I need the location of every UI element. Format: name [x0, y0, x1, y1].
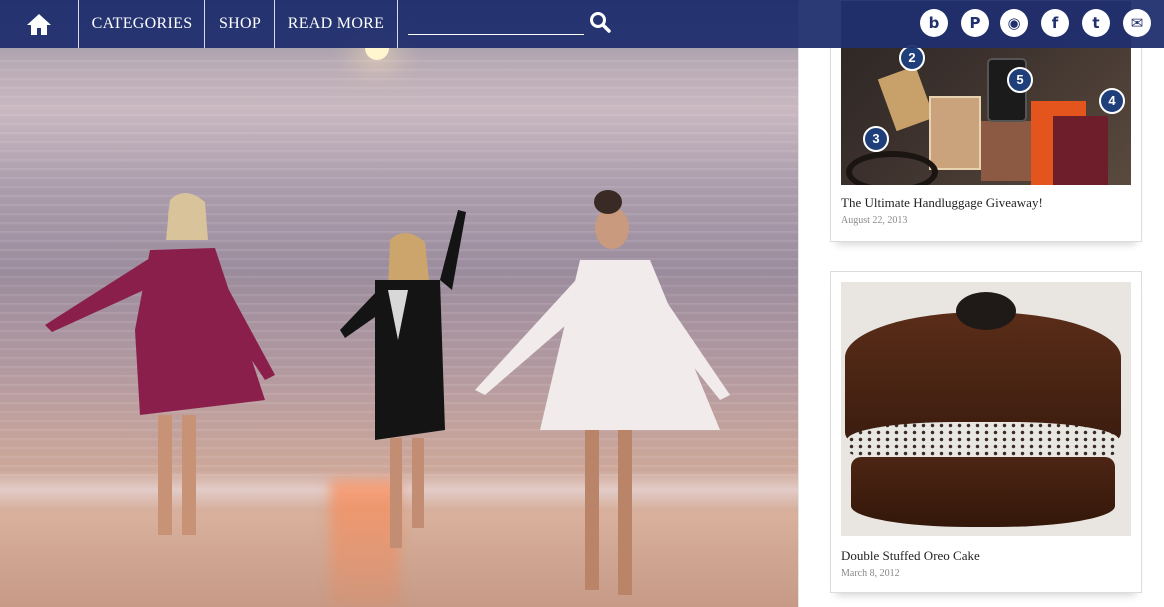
instagram-icon[interactable]: ◉ — [1000, 9, 1028, 37]
nav-label: READ MORE — [287, 15, 385, 32]
item-number-badge: 3 — [863, 126, 889, 152]
home-icon — [27, 14, 51, 36]
nav-label: SHOP — [218, 15, 262, 32]
dancing-women-figures — [45, 190, 730, 595]
home-button[interactable] — [0, 0, 78, 48]
twitter-icon[interactable]: t — [1082, 9, 1110, 37]
item-number-badge: 4 — [1099, 88, 1125, 114]
email-icon[interactable]: ✉ — [1123, 9, 1151, 37]
post-card-oreo-cake[interactable]: Double Stuffed Oreo Cake March 8, 2012 — [830, 271, 1142, 593]
top-navigation-bar: CATEGORIES SHOP READ MORE b P ◉ f t ✉ — [0, 0, 1164, 48]
pinterest-icon[interactable]: P — [961, 9, 989, 37]
post-thumbnail[interactable] — [841, 282, 1131, 536]
search-input[interactable] — [408, 16, 584, 35]
nav-categories[interactable]: CATEGORIES — [78, 0, 205, 48]
post-title[interactable]: Double Stuffed Oreo Cake — [841, 548, 980, 564]
nav-label: CATEGORIES — [91, 15, 193, 32]
post-date: March 8, 2012 — [841, 568, 900, 579]
post-title[interactable]: The Ultimate Handluggage Giveaway! — [841, 195, 1043, 211]
post-date: August 22, 2013 — [841, 215, 908, 226]
item-number-badge: 2 — [899, 45, 925, 71]
setting-sun — [365, 48, 389, 60]
search-icon[interactable] — [589, 11, 611, 33]
hero-photo[interactable] — [0, 0, 798, 607]
facebook-icon[interactable]: f — [1041, 9, 1069, 37]
nav-shop[interactable]: SHOP — [204, 0, 275, 48]
blog-logo-icon[interactable]: b — [920, 9, 948, 37]
sidebar: 2 3 4 5 The Ultimate Handluggage Giveawa… — [798, 0, 1164, 607]
nav-read-more[interactable]: READ MORE — [274, 0, 398, 48]
item-number-badge: 5 — [1007, 67, 1033, 93]
